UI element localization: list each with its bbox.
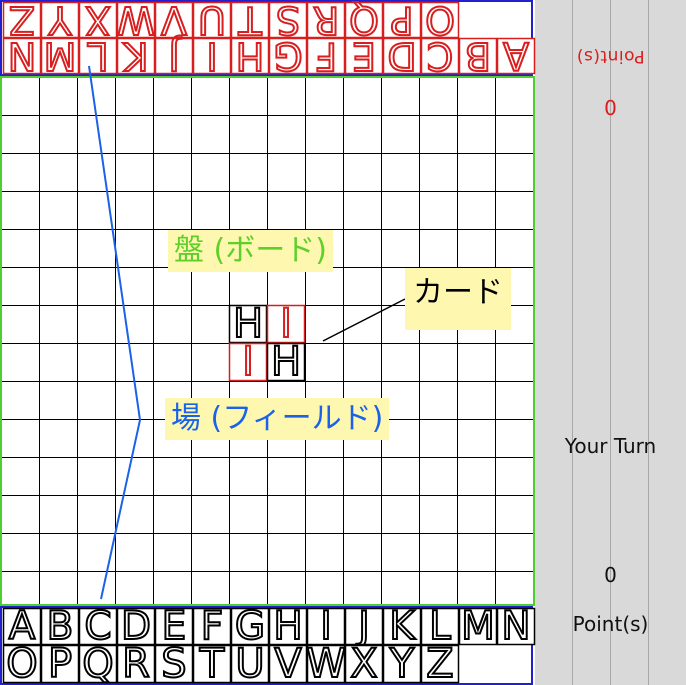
annotation-lines bbox=[88, 65, 406, 600]
field-annotation: 場 (フィールド) bbox=[165, 398, 390, 440]
card-annotation-line bbox=[322, 298, 406, 342]
field-annotation-line bbox=[88, 65, 142, 600]
board-annotation: 盤 (ボード) bbox=[168, 230, 333, 272]
card-annotation: カード bbox=[405, 268, 511, 330]
